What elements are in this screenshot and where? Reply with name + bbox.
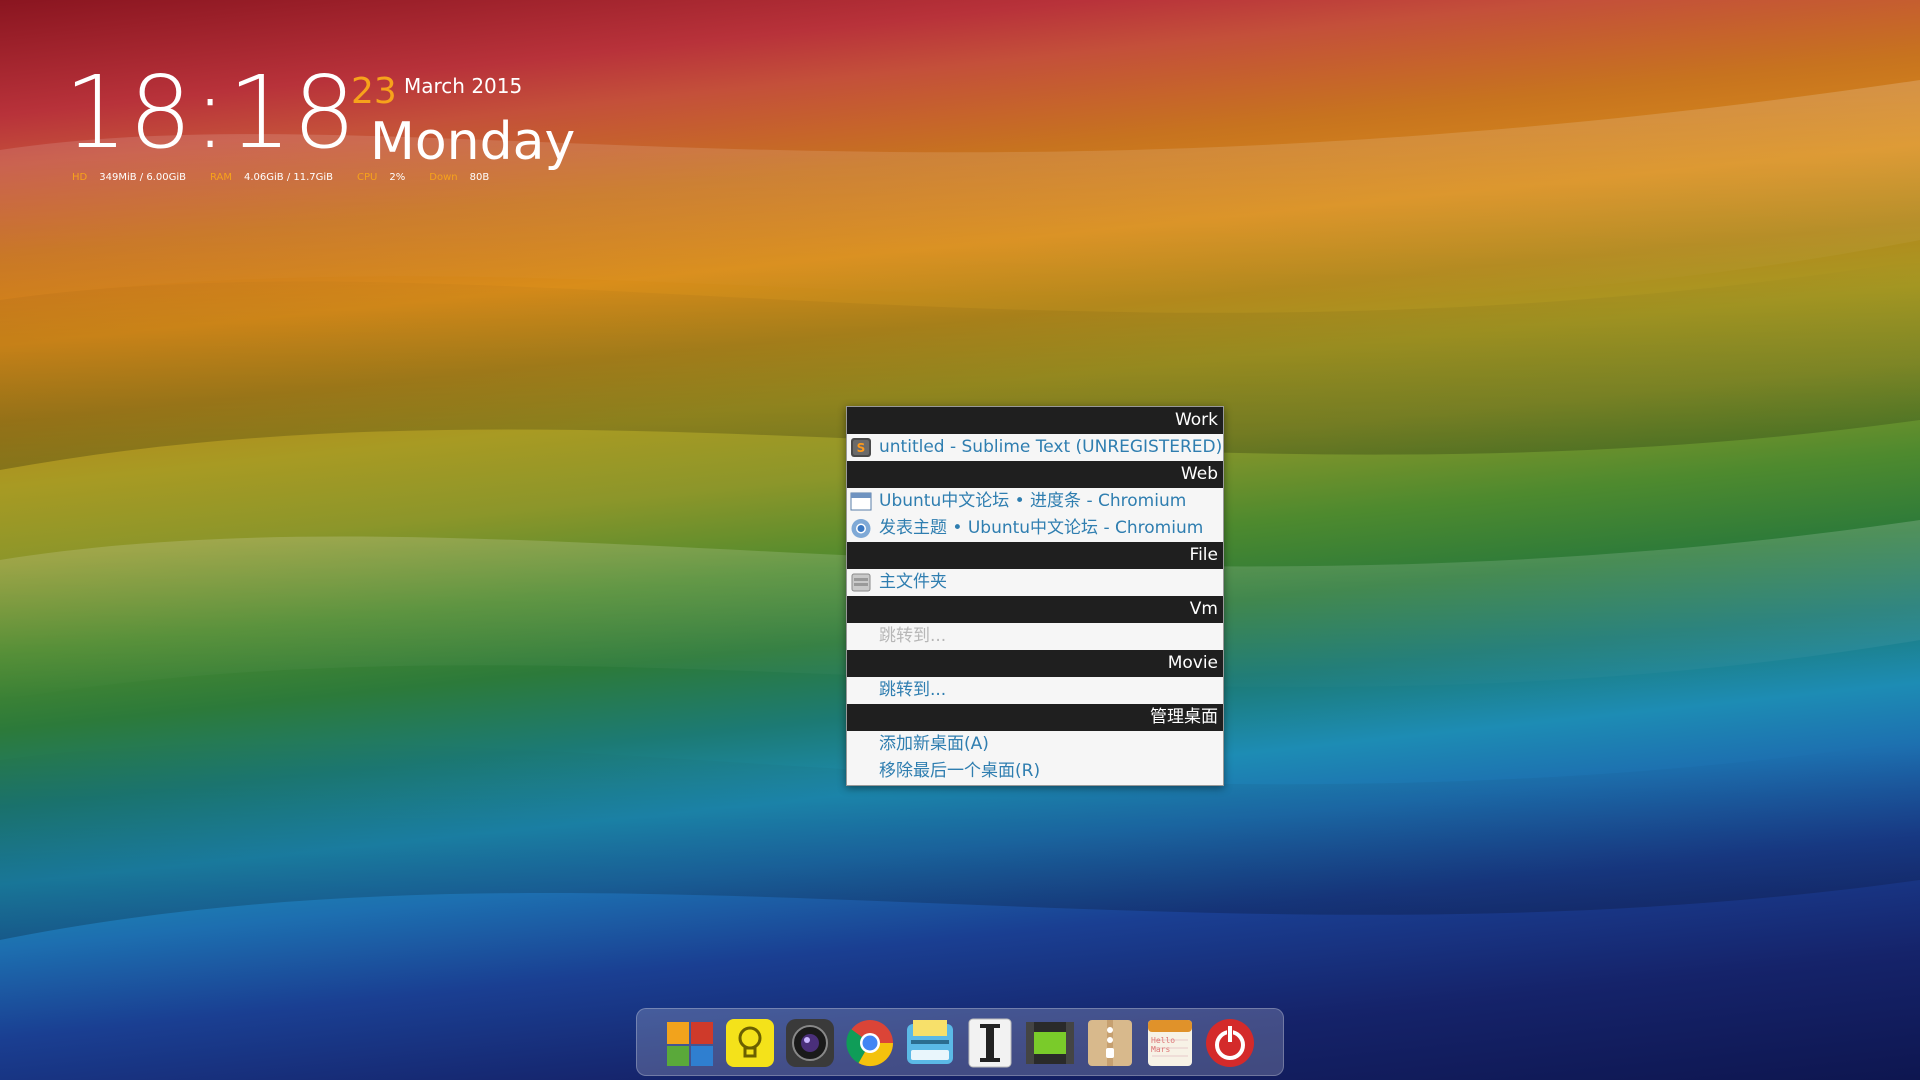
- lightbulb-icon[interactable]: [723, 1016, 777, 1070]
- menu-item-label: 发表主题 • Ubuntu中文论坛 - Chromium: [879, 518, 1204, 538]
- menu-item-label: 跳转到...: [879, 626, 947, 646]
- sublime-text-icon: S: [851, 438, 871, 457]
- menu-item-chromium-progress[interactable]: Ubuntu中文论坛 • 进度条 - Chromium: [847, 488, 1223, 515]
- text-editor-icon[interactable]: [963, 1016, 1017, 1070]
- menu-item-label: 跳转到...: [879, 680, 947, 700]
- workspace-menu: Work S untitled - Sublime Text (UNREGIST…: [846, 406, 1224, 786]
- menu-item-add-desktop[interactable]: 添加新桌面(A): [847, 731, 1223, 758]
- archive-icon[interactable]: [1083, 1016, 1137, 1070]
- menu-item-chromium-new-topic[interactable]: 发表主题 • Ubuntu中文论坛 - Chromium: [847, 515, 1223, 542]
- dock: Hello Mars: [636, 1008, 1284, 1076]
- hd-label: HD: [72, 172, 88, 183]
- menu-item-home-folder[interactable]: 主文件夹: [847, 569, 1223, 596]
- menu-item-movie-goto[interactable]: 跳转到...: [847, 677, 1223, 704]
- menu-header-file: File: [847, 542, 1223, 569]
- chromium-icon: [851, 519, 871, 538]
- camera-icon[interactable]: [783, 1016, 837, 1070]
- system-stats: HD 349MiB / 6.00GiB RAM 4.06GiB / 11.7GiB CP…: [72, 171, 632, 185]
- app-launcher-icon[interactable]: [663, 1016, 717, 1070]
- clock-time: 18:18: [64, 54, 358, 171]
- menu-header-web: Web: [847, 461, 1223, 488]
- menu-item-remove-desktop[interactable]: 移除最后一个桌面(R): [847, 758, 1223, 785]
- notes-icon[interactable]: Hello Mars: [1143, 1016, 1197, 1070]
- hd-value: 349MiB / 6.00GiB: [99, 172, 186, 183]
- cpu-label: CPU: [357, 172, 378, 183]
- notes-icon-text: Hello Mars: [1151, 1036, 1176, 1054]
- chrome-icon[interactable]: [843, 1016, 897, 1070]
- scanner-icon[interactable]: [903, 1016, 957, 1070]
- menu-header-manage-desktops: 管理桌面: [847, 704, 1223, 731]
- ram-label: RAM: [209, 172, 232, 183]
- menu-header-vm: Vm: [847, 596, 1223, 623]
- menu-item-label: Ubuntu中文论坛 • 进度条 - Chromium: [879, 491, 1187, 511]
- down-label: Down: [429, 172, 458, 183]
- down-value: 80B: [469, 172, 490, 183]
- cpu-value: 2%: [389, 172, 406, 183]
- clock-month-year: March 2015: [404, 74, 523, 98]
- menu-header-work: Work: [847, 407, 1223, 434]
- menu-item-label: 添加新桌面(A): [879, 734, 989, 754]
- clock-widget: 18:18 23 March 2015 Monday HD 349MiB / 6.…: [64, 58, 584, 188]
- menu-item-vm-goto: 跳转到...: [847, 623, 1223, 650]
- menu-item-label: 移除最后一个桌面(R): [879, 761, 1041, 781]
- clock-day-number: 23: [351, 71, 397, 112]
- menu-header-movie: Movie: [847, 650, 1223, 677]
- file-manager-icon: [851, 573, 871, 592]
- power-icon[interactable]: [1203, 1016, 1257, 1070]
- ram-value: 4.06GiB / 11.7GiB: [243, 172, 334, 183]
- menu-item-label: untitled - Sublime Text (UNREGISTERED): [879, 437, 1223, 457]
- clock-weekday: Monday: [370, 112, 576, 172]
- svg-text:S: S: [857, 441, 866, 455]
- browser-window-icon: [850, 492, 872, 511]
- battery-icon[interactable]: [1023, 1016, 1077, 1070]
- menu-item-label: 主文件夹: [879, 572, 947, 592]
- menu-item-sublime-text[interactable]: S untitled - Sublime Text (UNREGISTERED): [847, 434, 1223, 461]
